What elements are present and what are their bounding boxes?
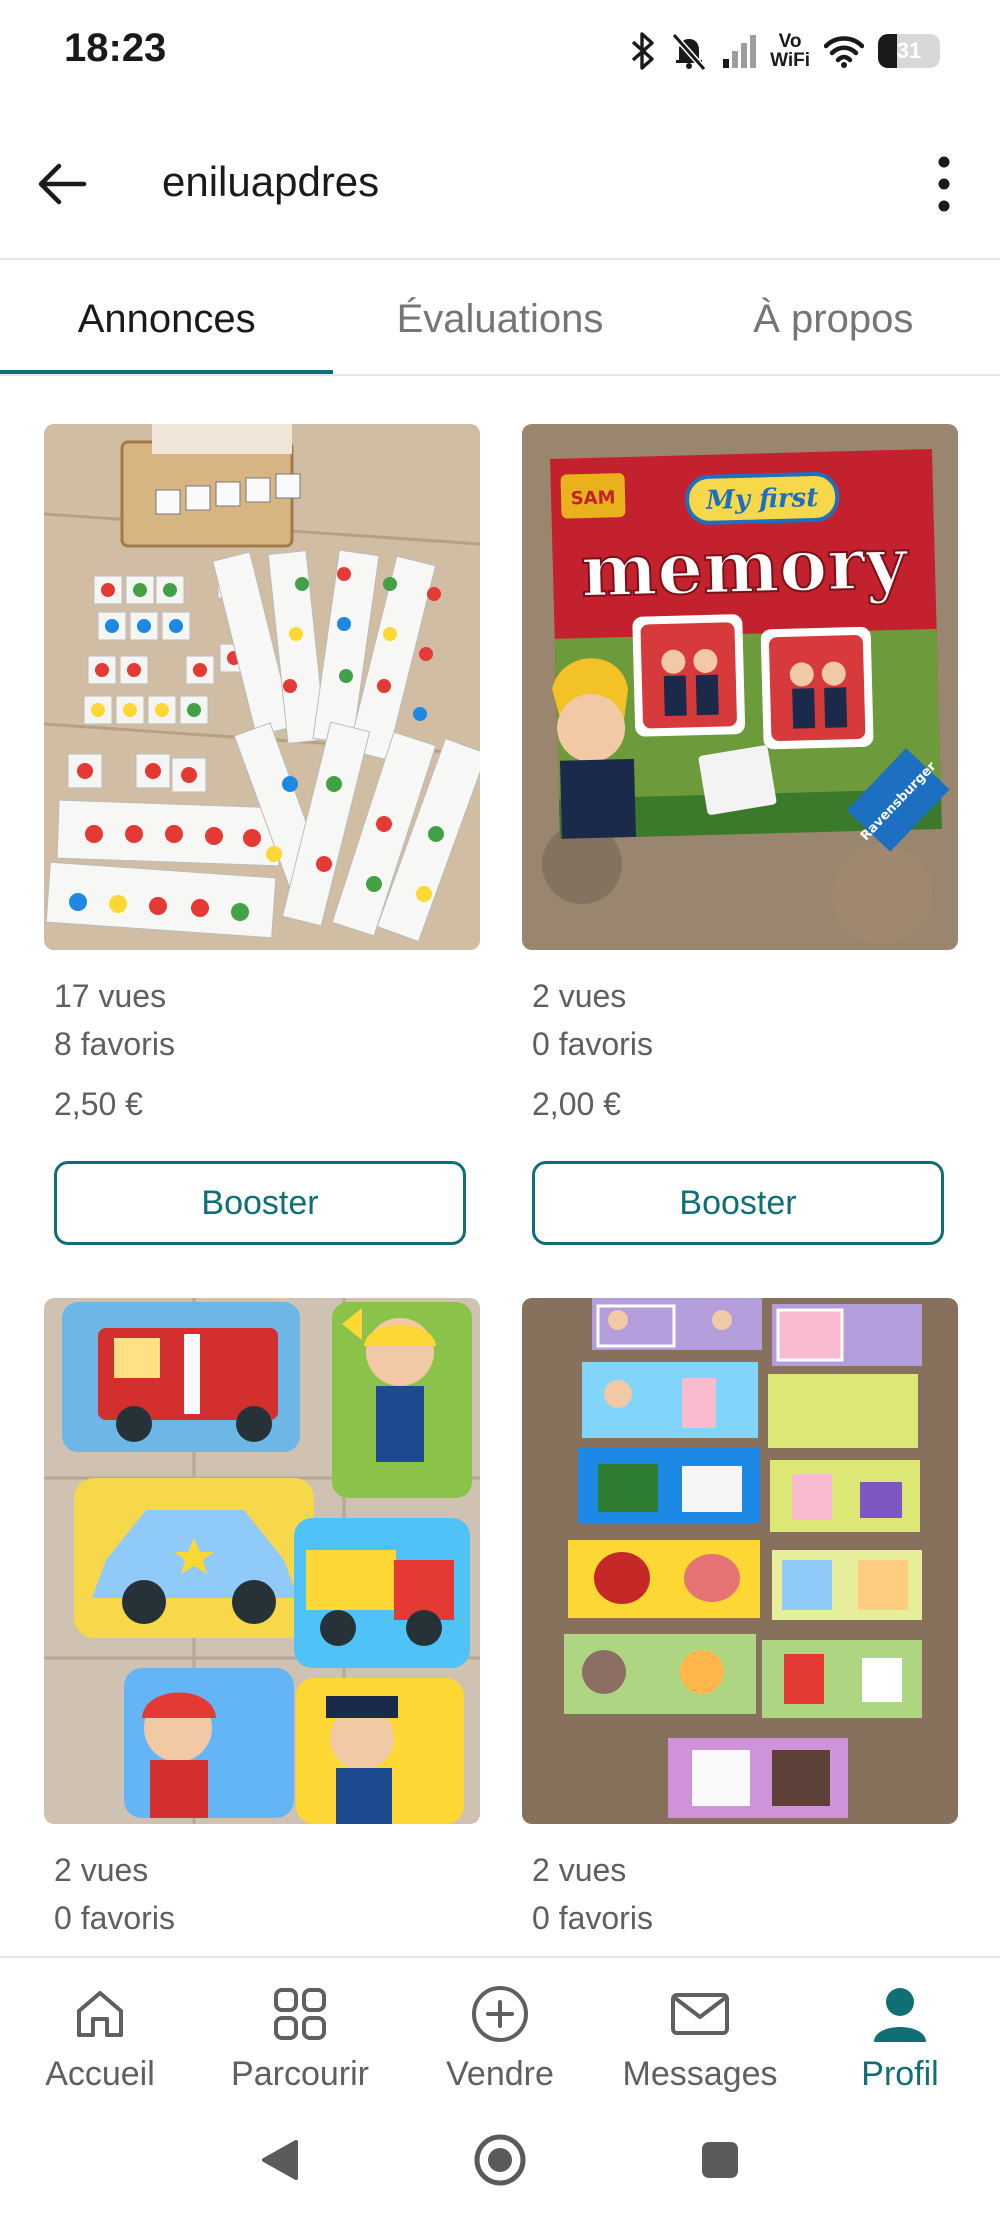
triangle-back-icon xyxy=(262,2140,298,2180)
vowifi-indicator: Vo WiFi xyxy=(770,31,810,71)
listing-price: 2,00 € xyxy=(532,1086,621,1122)
status-icons: Vo WiFi 31 xyxy=(630,24,940,78)
listing-photo-matching-puzzles[interactable] xyxy=(522,1298,958,1824)
nav-vendre[interactable]: Vendre xyxy=(400,1958,600,2094)
listing-views: 17 vues xyxy=(54,978,167,1014)
notifications-off-icon xyxy=(670,31,708,71)
more-options-button[interactable] xyxy=(912,152,976,216)
bluetooth-icon xyxy=(630,31,656,71)
nav-parcourir[interactable]: Parcourir xyxy=(200,1958,400,2094)
listing-views: 2 vues xyxy=(532,978,627,1014)
nav-accueil[interactable]: Accueil xyxy=(0,1958,200,2094)
wifi-icon xyxy=(824,34,864,68)
battery-level: 31 xyxy=(896,38,922,63)
tab-annonces[interactable]: Annonces xyxy=(0,262,334,376)
arrow-left-icon xyxy=(38,163,87,205)
listing-favorites: 0 favoris xyxy=(54,1900,175,1936)
profile-tabs: Annonces Évaluations À propos xyxy=(0,262,1000,376)
nav-label: Profil xyxy=(861,2055,939,2093)
listing-price: 2,50 € xyxy=(54,1086,143,1122)
profile-username: eniluapdres xyxy=(162,158,380,205)
memory-brand-text: SAM xyxy=(570,487,615,509)
nav-label: Accueil xyxy=(45,2055,155,2093)
battery-icon: 31 xyxy=(878,34,940,68)
bottom-navigation: Accueil Parcourir Vendre Messages Profil xyxy=(0,1956,1000,2094)
divider xyxy=(0,374,1000,376)
listing-card: 17 vues 8 favoris 2,50 € Booster xyxy=(44,424,480,1245)
system-navigation xyxy=(0,2094,1000,2226)
listing-views: 2 vues xyxy=(54,1852,149,1888)
listing-photo-memory-game[interactable]: SAM My first memory Ravensburger xyxy=(522,424,958,950)
more-vert-icon xyxy=(938,156,950,212)
circle-home-icon xyxy=(474,2134,526,2186)
listing-views: 2 vues xyxy=(532,1852,627,1888)
app-bar: eniluapdres xyxy=(0,130,1000,240)
person-icon xyxy=(870,1982,930,2045)
status-bar: 18:23 Vo WiFi 31 xyxy=(0,0,1000,110)
listing-card: SAM My first memory Ravensburger 2 vues … xyxy=(522,424,958,1245)
mail-icon xyxy=(669,1982,731,2045)
listing-card: 2 vues 0 favoris xyxy=(522,1298,958,1942)
listing-favorites: 8 favoris xyxy=(54,1026,175,1062)
listing-favorites: 0 favoris xyxy=(532,1900,653,1936)
back-button[interactable] xyxy=(30,152,94,216)
status-time: 18:23 xyxy=(64,26,167,70)
memory-line2-text: memory xyxy=(580,520,910,614)
tab-a-propos[interactable]: À propos xyxy=(667,262,1000,376)
boost-button[interactable]: Booster xyxy=(54,1161,466,1245)
nav-label: Messages xyxy=(622,2055,778,2093)
home-icon xyxy=(71,1982,129,2045)
nav-label: Vendre xyxy=(446,2055,554,2093)
system-recents-button[interactable] xyxy=(685,2125,755,2195)
system-home-button[interactable] xyxy=(465,2125,535,2195)
listing-card: 2 vues 0 favoris xyxy=(44,1298,480,1942)
square-recents-icon xyxy=(702,2142,738,2178)
signal-icon xyxy=(722,33,757,69)
plus-circle-icon xyxy=(470,1982,530,2045)
nav-messages[interactable]: Messages xyxy=(600,1958,800,2094)
listing-photo-vehicle-puzzles[interactable] xyxy=(44,1298,480,1824)
listing-favorites: 0 favoris xyxy=(532,1026,653,1062)
divider xyxy=(0,258,1000,260)
grid-icon xyxy=(271,1982,329,2045)
system-back-button[interactable] xyxy=(245,2125,315,2195)
nav-profil[interactable]: Profil xyxy=(800,1958,1000,2094)
listing-photo-shape-cards[interactable] xyxy=(44,424,480,950)
boost-button[interactable]: Booster xyxy=(532,1161,944,1245)
tab-evaluations[interactable]: Évaluations xyxy=(333,262,666,376)
nav-label: Parcourir xyxy=(231,2055,369,2093)
memory-line1-text: My first xyxy=(705,483,819,516)
